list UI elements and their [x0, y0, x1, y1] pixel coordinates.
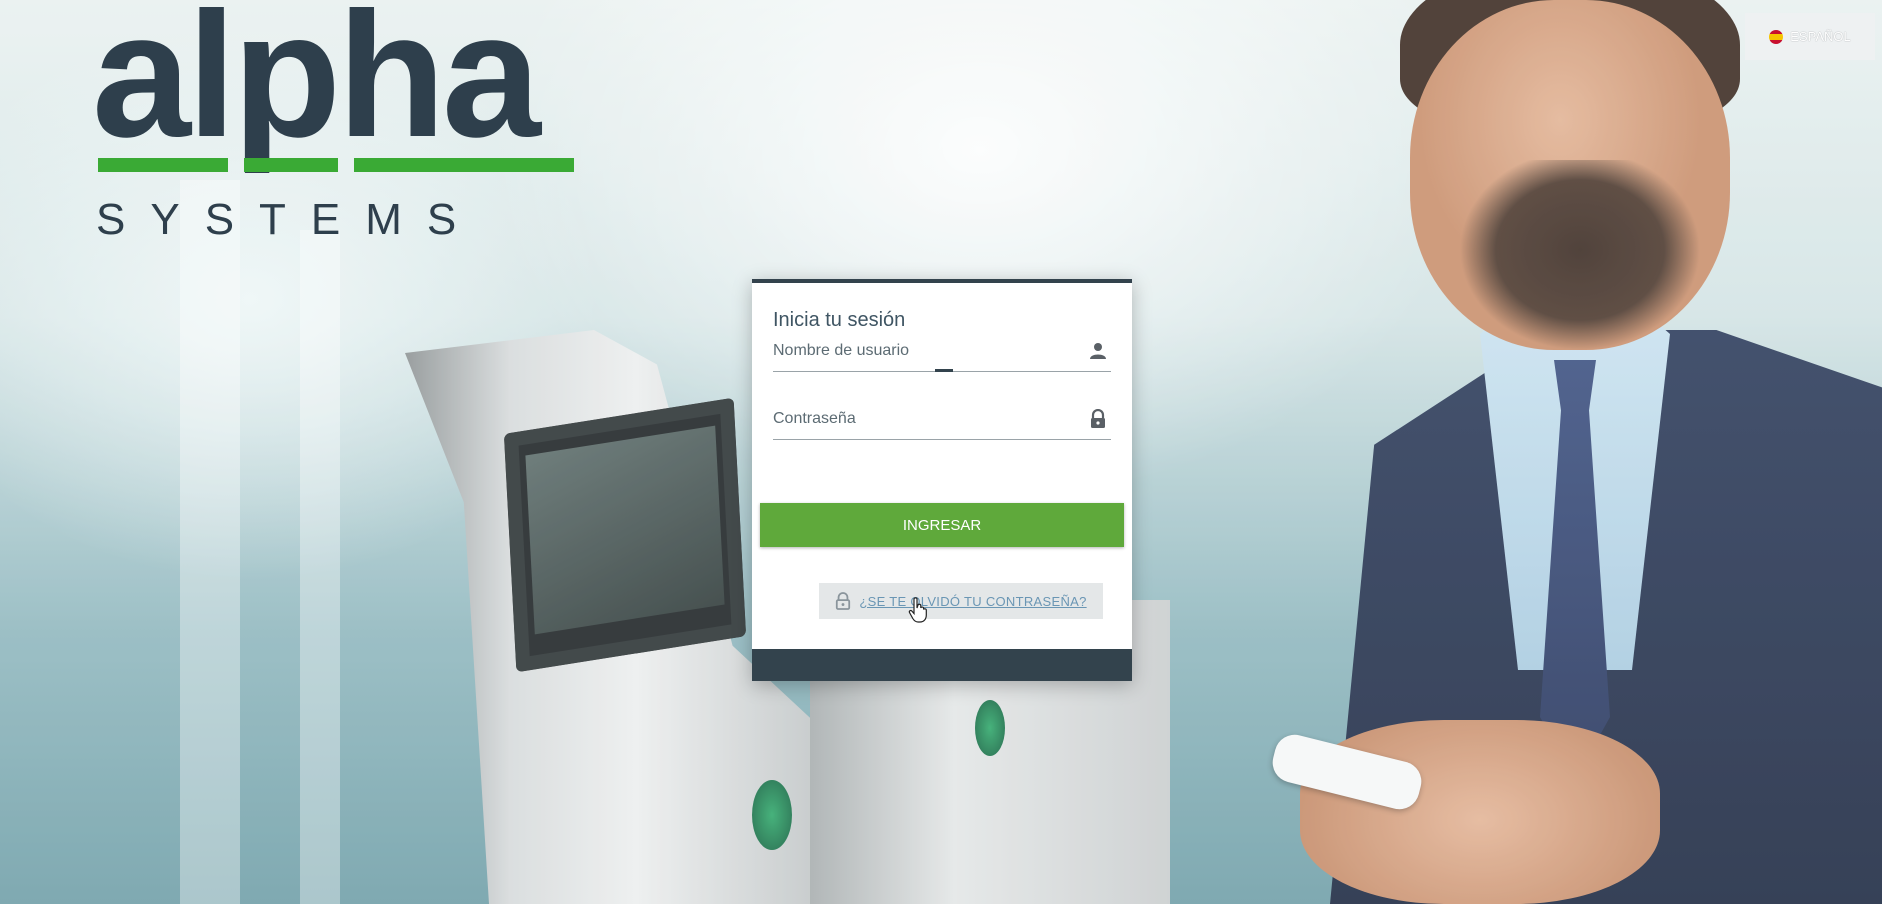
text-caret — [935, 369, 953, 372]
login-title: Inicia tu sesión — [773, 309, 906, 331]
language-label: ESPAÑOL — [1790, 29, 1851, 44]
login-button[interactable]: INGRESAR — [760, 503, 1124, 547]
logo-green-bar — [354, 158, 574, 172]
forgot-password-link[interactable]: ¿SE TE OLVIDÓ TU CONTRASEÑA? — [819, 583, 1103, 619]
password-input[interactable] — [773, 401, 1073, 437]
language-selector-button[interactable]: ESPAÑOL — [1745, 13, 1875, 60]
forgot-password-label: ¿SE TE OLVIDÓ TU CONTRASEÑA? — [859, 593, 1087, 609]
hand-pointer-icon — [908, 597, 927, 623]
alpha-systems-logo: alpha SYSTEMS — [92, 0, 582, 242]
username-input[interactable] — [773, 333, 1073, 369]
lock-icon — [1091, 409, 1105, 428]
logo-subtitle: SYSTEMS — [96, 195, 482, 244]
login-card: Inicia tu sesión INGRESAR ¿SE TE OLVIDÓ … — [752, 279, 1132, 681]
password-field — [773, 401, 1111, 440]
spain-flag-icon — [1769, 29, 1784, 44]
username-field — [773, 333, 1111, 372]
unlock-icon — [836, 592, 851, 610]
logo-green-bar — [244, 158, 338, 172]
logo-green-bar — [98, 158, 228, 172]
user-icon — [1090, 343, 1106, 359]
login-card-footer — [752, 649, 1132, 681]
logo-word: alpha — [92, 0, 541, 174]
